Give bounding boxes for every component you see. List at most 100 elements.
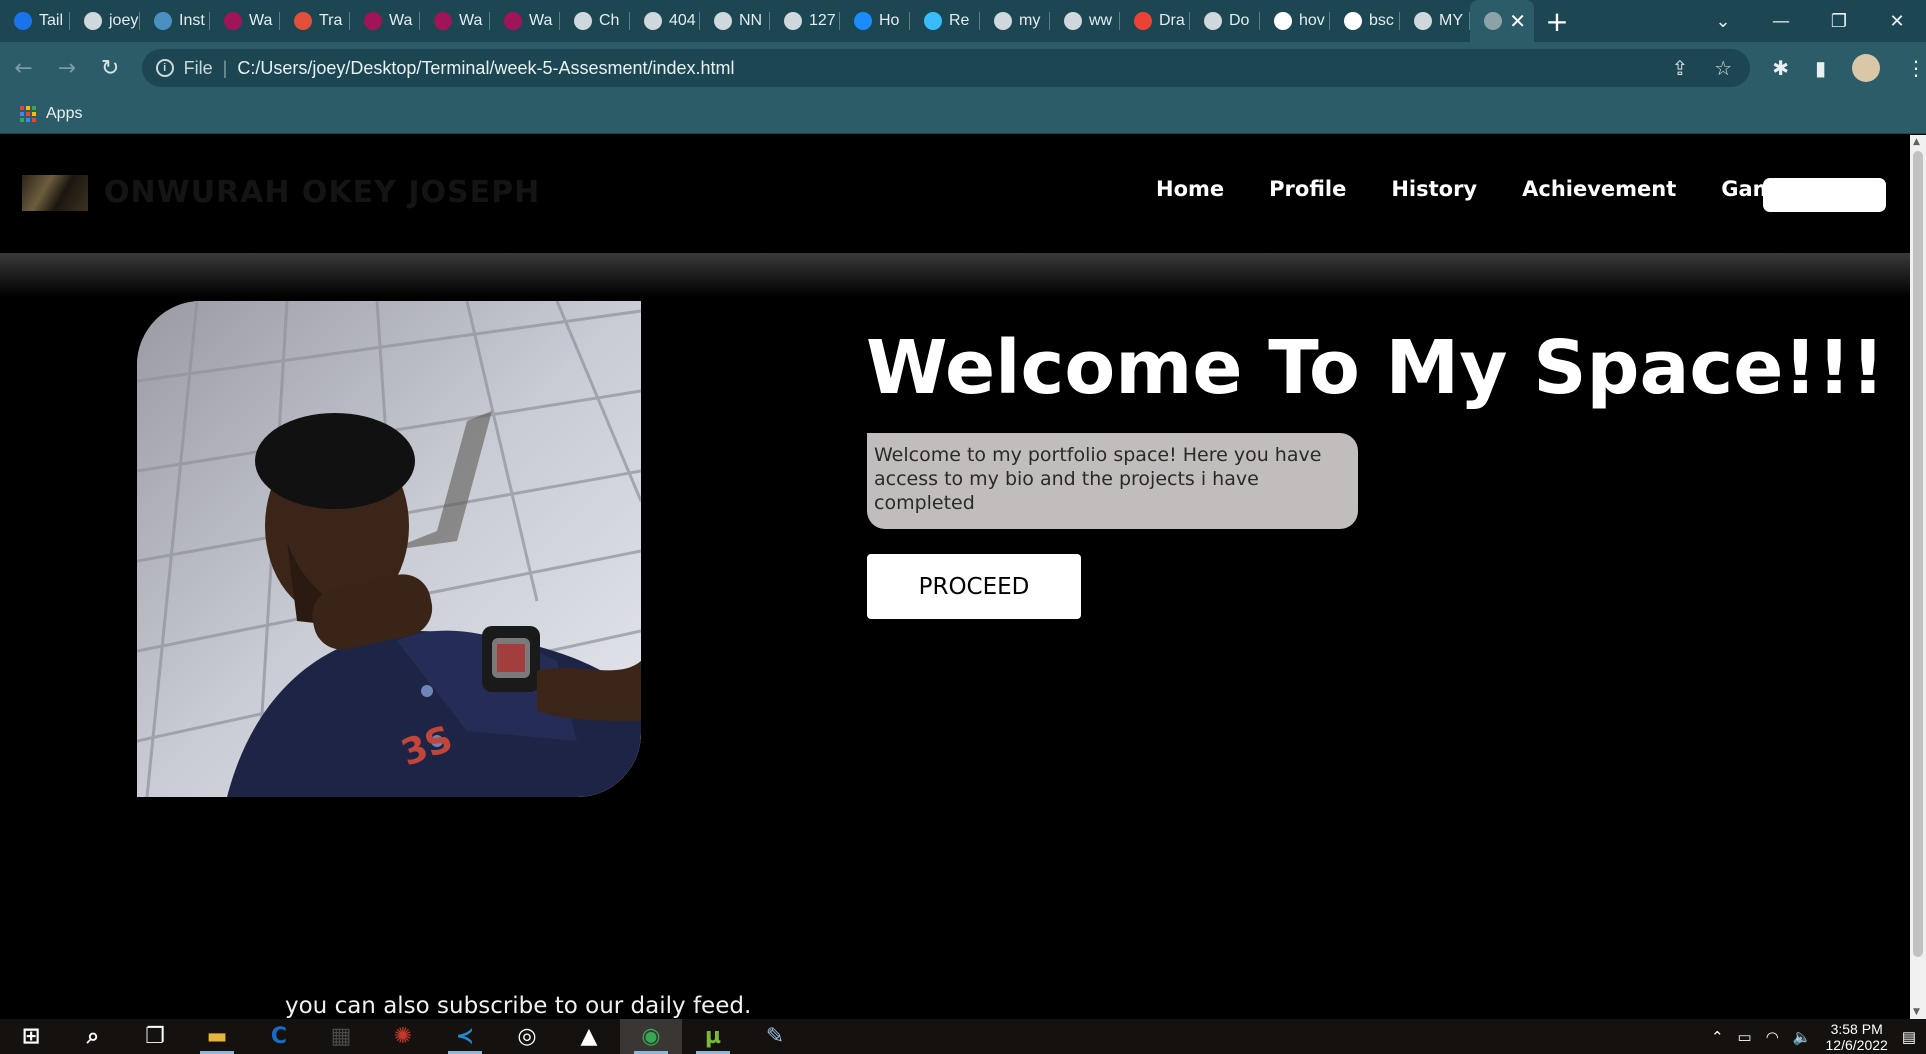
proceed-button[interactable]: PROCEED (867, 554, 1081, 619)
tab-label: Wa (249, 12, 273, 29)
browser-tab[interactable]: Do (1190, 0, 1260, 42)
tab-label: 404 (669, 12, 696, 29)
browser-tab[interactable]: ww (1050, 0, 1120, 42)
browser-toolbar: ← → ↻ i File | C:/Users/joey/Desktop/Ter… (0, 42, 1926, 94)
nav-achievement[interactable]: Achievement (1522, 177, 1676, 201)
browser-tab[interactable]: Tail (0, 0, 70, 42)
openai-icon (574, 12, 592, 30)
browser-tab[interactable]: NN (700, 0, 770, 42)
site-icon (854, 12, 872, 30)
tab-label: Tail (39, 12, 64, 29)
browser-tab[interactable]: MY (1400, 0, 1470, 42)
tab-search-icon[interactable]: ⌄ (1694, 0, 1752, 42)
reload-icon[interactable]: ↻ (90, 48, 129, 88)
start-taskbar-button[interactable]: ⊞ (0, 1019, 62, 1054)
globe-icon (994, 12, 1012, 30)
share-icon[interactable]: ⇪ (1672, 56, 1689, 81)
site-info-icon[interactable]: i (155, 59, 174, 77)
browser-tab[interactable]: Tra (280, 0, 350, 42)
ccleaner-taskbar-button[interactable]: C (248, 1019, 310, 1054)
browser-tab[interactable]: Ch (560, 0, 630, 42)
browser-tab[interactable]: Dra (1120, 0, 1190, 42)
browser-tab[interactable]: my (980, 0, 1050, 42)
ccleaner-icon: C (270, 1024, 288, 1049)
url-text[interactable]: C:/Users/joey/Desktop/Terminal/week-5-As… (237, 58, 734, 79)
search-taskbar-button[interactable]: ⌕ (62, 1019, 124, 1054)
photos-taskbar-button[interactable]: ▲ (558, 1019, 620, 1054)
paint-taskbar-button[interactable]: ✎ (744, 1019, 806, 1054)
nav-profile[interactable]: Profile (1269, 177, 1346, 201)
figma-icon (364, 12, 382, 30)
menu-icon[interactable]: ⋮ (1906, 56, 1926, 80)
side-panel-icon[interactable]: ▮ (1815, 56, 1826, 80)
scroll-down-icon[interactable]: ▼ (1913, 1007, 1920, 1017)
minimize-icon[interactable]: — (1752, 0, 1810, 42)
scroll-up-icon[interactable]: ▲ (1913, 137, 1920, 147)
loading-icon (644, 12, 662, 30)
tab-label: bsc (1369, 12, 1394, 29)
apps-grid-icon[interactable] (20, 105, 36, 122)
vscode-taskbar-button[interactable]: ≺ (434, 1019, 496, 1054)
chrome-icon: ◉ (641, 1024, 661, 1049)
browser-tab[interactable]: joey (70, 0, 140, 42)
tab-label: Ch (599, 12, 620, 29)
scrollbar-thumb[interactable] (1913, 151, 1923, 957)
tab-label: Do (1229, 12, 1250, 29)
battery-icon[interactable]: ▭ (1738, 1028, 1752, 1046)
browser-tab-active[interactable]: ✕ (1470, 0, 1534, 42)
site-icon (154, 12, 172, 30)
profile-avatar[interactable] (1851, 54, 1880, 82)
browser-tab[interactable]: Wa (490, 0, 560, 42)
notifications-icon[interactable]: ▤ (1902, 1028, 1916, 1046)
photos-icon: ▲ (580, 1024, 598, 1049)
browser-tab[interactable]: Wa (210, 0, 280, 42)
back-icon[interactable]: ← (4, 48, 43, 88)
tailwind-icon (14, 12, 32, 30)
apps-bookmark[interactable]: Apps (46, 105, 82, 123)
close-tab-icon[interactable]: ✕ (1509, 9, 1534, 34)
file-explorer-taskbar-button[interactable]: ▬ (186, 1019, 248, 1054)
nav-home[interactable]: Home (1156, 177, 1224, 201)
google-icon (1344, 12, 1362, 30)
browser-tab[interactable]: Wa (420, 0, 490, 42)
globe-icon (1484, 12, 1502, 30)
browser-tab[interactable]: 404 (630, 0, 700, 42)
browser-tab[interactable]: bsc (1330, 0, 1400, 42)
browser-tab[interactable]: Re (910, 0, 980, 42)
clock[interactable]: 3:58 PM 12/6/2022 (1826, 1021, 1888, 1053)
nav-history[interactable]: History (1391, 177, 1477, 201)
app-taskbar-button[interactable]: ✺ (372, 1019, 434, 1054)
close-window-icon[interactable]: ✕ (1868, 0, 1926, 42)
clock-time: 3:58 PM (1830, 1020, 1883, 1037)
browser-tab[interactable]: hov (1260, 0, 1330, 42)
address-bar[interactable]: i File | C:/Users/joey/Desktop/Terminal/… (141, 49, 1751, 87)
vscode-icon: ≺ (455, 1024, 475, 1049)
tab-label: Dra (1159, 12, 1185, 29)
restore-icon[interactable]: ❐ (1810, 0, 1868, 42)
extensions-icon[interactable]: ✱ (1772, 56, 1789, 80)
chrome-taskbar-button[interactable]: ◉ (620, 1019, 682, 1054)
paint-icon: ✎ (765, 1024, 785, 1049)
figma-icon (434, 12, 452, 30)
calculator-taskbar-button[interactable]: ▦ (310, 1019, 372, 1054)
new-tab-button[interactable]: + (1534, 0, 1580, 42)
browser-tab[interactable]: 127 (770, 0, 840, 42)
tab-label: Wa (459, 12, 483, 29)
utorrent-taskbar-button[interactable]: µ (682, 1019, 744, 1054)
tab-label: joey (109, 12, 139, 29)
browser-tab[interactable]: Inst (140, 0, 210, 42)
page-scrollbar[interactable]: ▲ ▼ (1910, 135, 1926, 1019)
taskbar: ⊞ ⌕ ❐ ▬ C ▦ ✺ ≺ ◎ ▲ ◉ µ ✎ ⌃ ▭ ◠ 🔈 3:58 PM 12/6/2022 … (0, 1019, 1926, 1054)
bookmark-star-icon[interactable]: ☆ (1714, 56, 1732, 81)
wifi-icon[interactable]: ◠ (1766, 1028, 1779, 1046)
tray-chevron-icon[interactable]: ⌃ (1711, 1028, 1724, 1046)
task-view-taskbar-button[interactable]: ❐ (124, 1019, 186, 1054)
forward-icon[interactable]: → (47, 48, 86, 88)
volume-icon[interactable]: 🔈 (1793, 1028, 1812, 1046)
groove-taskbar-button[interactable]: ◎ (496, 1019, 558, 1054)
tab-label: NN (739, 12, 763, 29)
browser-tab[interactable]: Ho (840, 0, 910, 42)
search-input[interactable] (1763, 178, 1886, 212)
hero-description: Welcome to my portfolio space! Here you … (867, 433, 1358, 529)
browser-tab[interactable]: Wa (350, 0, 420, 42)
